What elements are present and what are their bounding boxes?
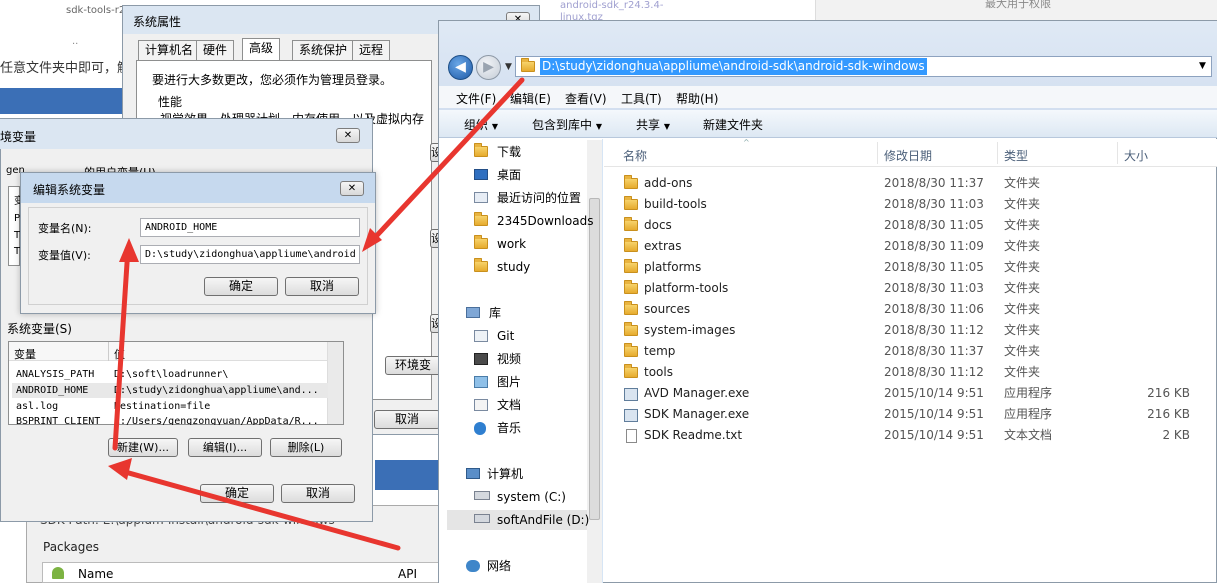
arrow-up-to-name [112,238,139,451]
arrow-address-to-value [362,77,525,252]
annotation-arrows [108,77,525,551]
arrow-to-new-button [108,458,401,551]
